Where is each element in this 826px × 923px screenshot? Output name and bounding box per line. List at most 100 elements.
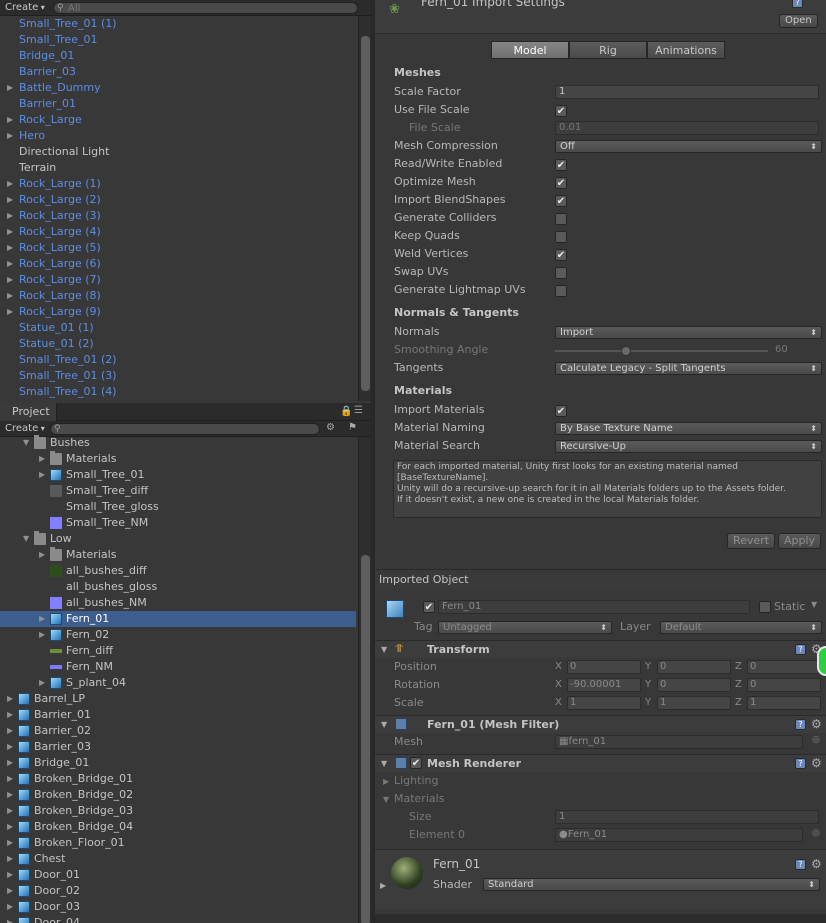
option-checkbox[interactable] (555, 213, 567, 225)
expand-arrow-icon[interactable]: ▼ (381, 645, 387, 654)
project-item[interactable]: all_bushes_NM (0, 595, 356, 611)
filter-by-type-icon[interactable]: ⚙ (326, 422, 335, 433)
option-checkbox[interactable]: ✔ (555, 195, 567, 207)
tab-rig[interactable]: Rig (569, 41, 647, 59)
project-item[interactable]: Fern_diff (0, 643, 356, 659)
menu-icon[interactable]: ☰ (354, 405, 363, 416)
expand-arrow-icon[interactable]: ▶ (7, 176, 16, 192)
expand-arrow-icon[interactable]: ▶ (7, 835, 16, 851)
project-item[interactable]: ▶ Materials (0, 451, 356, 467)
tangents-dropdown[interactable]: Calculate Legacy - Split Tangents (555, 362, 822, 375)
expand-arrow-icon[interactable]: ▶ (7, 723, 16, 739)
expand-arrow-icon[interactable]: ▶ (7, 112, 16, 128)
hierarchy-item[interactable]: Small_Tree_01 (2) (0, 352, 356, 368)
normals-dropdown[interactable]: Import (555, 326, 822, 339)
hierarchy-item[interactable]: Small_Tree_01 (4) (0, 384, 356, 400)
expand-arrow-icon[interactable]: ▶ (7, 256, 16, 272)
project-item[interactable]: ▶ Broken_Bridge_02 (0, 787, 356, 803)
hierarchy-item[interactable]: Statue_01 (2) (0, 336, 356, 352)
project-item[interactable]: ▼ Bushes (0, 435, 356, 451)
project-item[interactable]: ▶ Chest (0, 851, 356, 867)
project-item[interactable]: Fern_NM (0, 659, 356, 675)
object-name-field[interactable]: Fern_01 (438, 600, 750, 614)
project-item[interactable]: ▶ Barrel_LP (0, 691, 356, 707)
apply-button[interactable]: Apply (778, 533, 822, 549)
hierarchy-item[interactable]: Terrain (0, 160, 356, 176)
material-naming-dropdown[interactable]: By Base Texture Name (555, 422, 822, 435)
open-button[interactable]: Open (779, 14, 818, 28)
expand-arrow-icon[interactable]: ▶ (7, 755, 16, 771)
shader-dropdown[interactable]: Standard (483, 878, 820, 891)
project-search-input[interactable]: ⚲ (50, 423, 320, 435)
hierarchy-item[interactable]: ▶ Rock_Large (8) (0, 288, 356, 304)
object-picker-icon[interactable]: ◎ (812, 735, 820, 745)
hierarchy-item[interactable]: ▶ Rock_Large (3) (0, 208, 356, 224)
project-item[interactable]: ▶ Broken_Bridge_01 (0, 771, 356, 787)
import-materials-checkbox[interactable]: ✔ (555, 405, 567, 417)
edge-handle[interactable] (817, 646, 826, 676)
project-item[interactable]: ▶ Door_02 (0, 883, 356, 899)
hierarchy-item[interactable]: ▶ Battle_Dummy (0, 80, 356, 96)
project-item[interactable]: ▶ Broken_Bridge_03 (0, 803, 356, 819)
hierarchy-item[interactable]: ▶ Rock_Large (4) (0, 224, 356, 240)
hierarchy-item[interactable]: ▶ Hero (0, 128, 356, 144)
hierarchy-scroll-thumb[interactable] (361, 36, 370, 391)
help-icon[interactable]: ? (795, 859, 806, 870)
use-file-scale-checkbox[interactable]: ✔ (555, 105, 567, 117)
hierarchy-item[interactable]: Small_Tree_01 (0, 32, 356, 48)
expand-arrow-icon[interactable]: ▼ (381, 759, 387, 768)
expand-arrow-icon[interactable]: ▶ (7, 208, 16, 224)
expand-arrow-icon[interactable]: ▶ (7, 739, 16, 755)
expand-arrow-icon[interactable]: ▶ (7, 787, 16, 803)
hierarchy-scrollbar[interactable] (358, 16, 371, 401)
expand-arrow-icon[interactable]: ▶ (39, 675, 48, 691)
expand-arrow-icon[interactable]: ▶ (7, 128, 16, 144)
hierarchy-item[interactable]: ▶ Rock_Large (5) (0, 240, 356, 256)
option-checkbox[interactable] (555, 267, 567, 279)
mesh-object-field[interactable]: ▦fern_01 (555, 735, 803, 749)
materials-expand-icon[interactable]: ▼ (383, 795, 389, 804)
project-scroll-thumb[interactable] (361, 555, 370, 923)
hierarchy-item[interactable]: ▶ Rock_Large (0, 112, 356, 128)
layer-dropdown[interactable]: Default (660, 621, 822, 634)
option-checkbox[interactable]: ✔ (555, 159, 567, 171)
expand-arrow-icon[interactable]: ▶ (7, 803, 16, 819)
expand-arrow-icon[interactable]: ▼ (23, 435, 32, 451)
hierarchy-item[interactable]: ▶ Rock_Large (7) (0, 272, 356, 288)
material-search-dropdown[interactable]: Recursive-Up (555, 440, 822, 453)
expand-arrow-icon[interactable]: ▶ (39, 547, 48, 563)
static-dropdown-icon[interactable]: ▼ (811, 600, 817, 609)
project-item[interactable]: Small_Tree_diff (0, 483, 356, 499)
hierarchy-create-button[interactable]: Create (1, 0, 49, 16)
expand-arrow-icon[interactable]: ▶ (7, 819, 16, 835)
lock-icon[interactable]: 🔒 (340, 406, 352, 417)
mesh-compression-dropdown[interactable]: Off (555, 140, 822, 153)
mesh-filter-header[interactable]: ▼ Fern_01 (Mesh Filter) ? ⚙ (375, 715, 826, 733)
static-checkbox[interactable] (759, 601, 771, 613)
expand-arrow-icon[interactable]: ▶ (39, 451, 48, 467)
hierarchy-item[interactable]: Barrier_01 (0, 96, 356, 112)
expand-arrow-icon[interactable]: ▶ (7, 851, 16, 867)
transform-header[interactable]: ▼ ⥣ Transform ? ⚙ (375, 640, 826, 658)
project-item[interactable]: ▶ Small_Tree_01 (0, 467, 356, 483)
filter-by-label-icon[interactable]: ⚑ (348, 422, 357, 433)
material-expand-icon[interactable]: ▶ (380, 881, 386, 890)
project-item[interactable]: ▶ Barrier_02 (0, 723, 356, 739)
hierarchy-item[interactable]: ▶ Rock_Large (1) (0, 176, 356, 192)
project-item[interactable]: all_bushes_diff (0, 563, 356, 579)
expand-arrow-icon[interactable]: ▶ (7, 224, 16, 240)
expand-arrow-icon[interactable]: ▶ (7, 771, 16, 787)
expand-arrow-icon[interactable]: ▶ (7, 899, 16, 915)
expand-arrow-icon[interactable]: ▶ (39, 467, 48, 483)
lighting-expand-icon[interactable]: ▶ (383, 777, 389, 786)
object-active-checkbox[interactable]: ✔ (423, 601, 435, 613)
mesh-renderer-enabled-checkbox[interactable]: ✔ (410, 757, 422, 769)
materials-list-label[interactable]: Materials (394, 791, 444, 807)
gear-icon[interactable]: ⚙ (811, 857, 822, 871)
hierarchy-item[interactable]: Statue_01 (1) (0, 320, 356, 336)
expand-arrow-icon[interactable]: ▶ (7, 304, 16, 320)
tab-model[interactable]: Model (491, 41, 569, 59)
project-item[interactable]: ▶ Door_04 (0, 915, 356, 923)
expand-arrow-icon[interactable]: ▶ (7, 80, 16, 96)
project-item[interactable]: ▶ Barrier_03 (0, 739, 356, 755)
